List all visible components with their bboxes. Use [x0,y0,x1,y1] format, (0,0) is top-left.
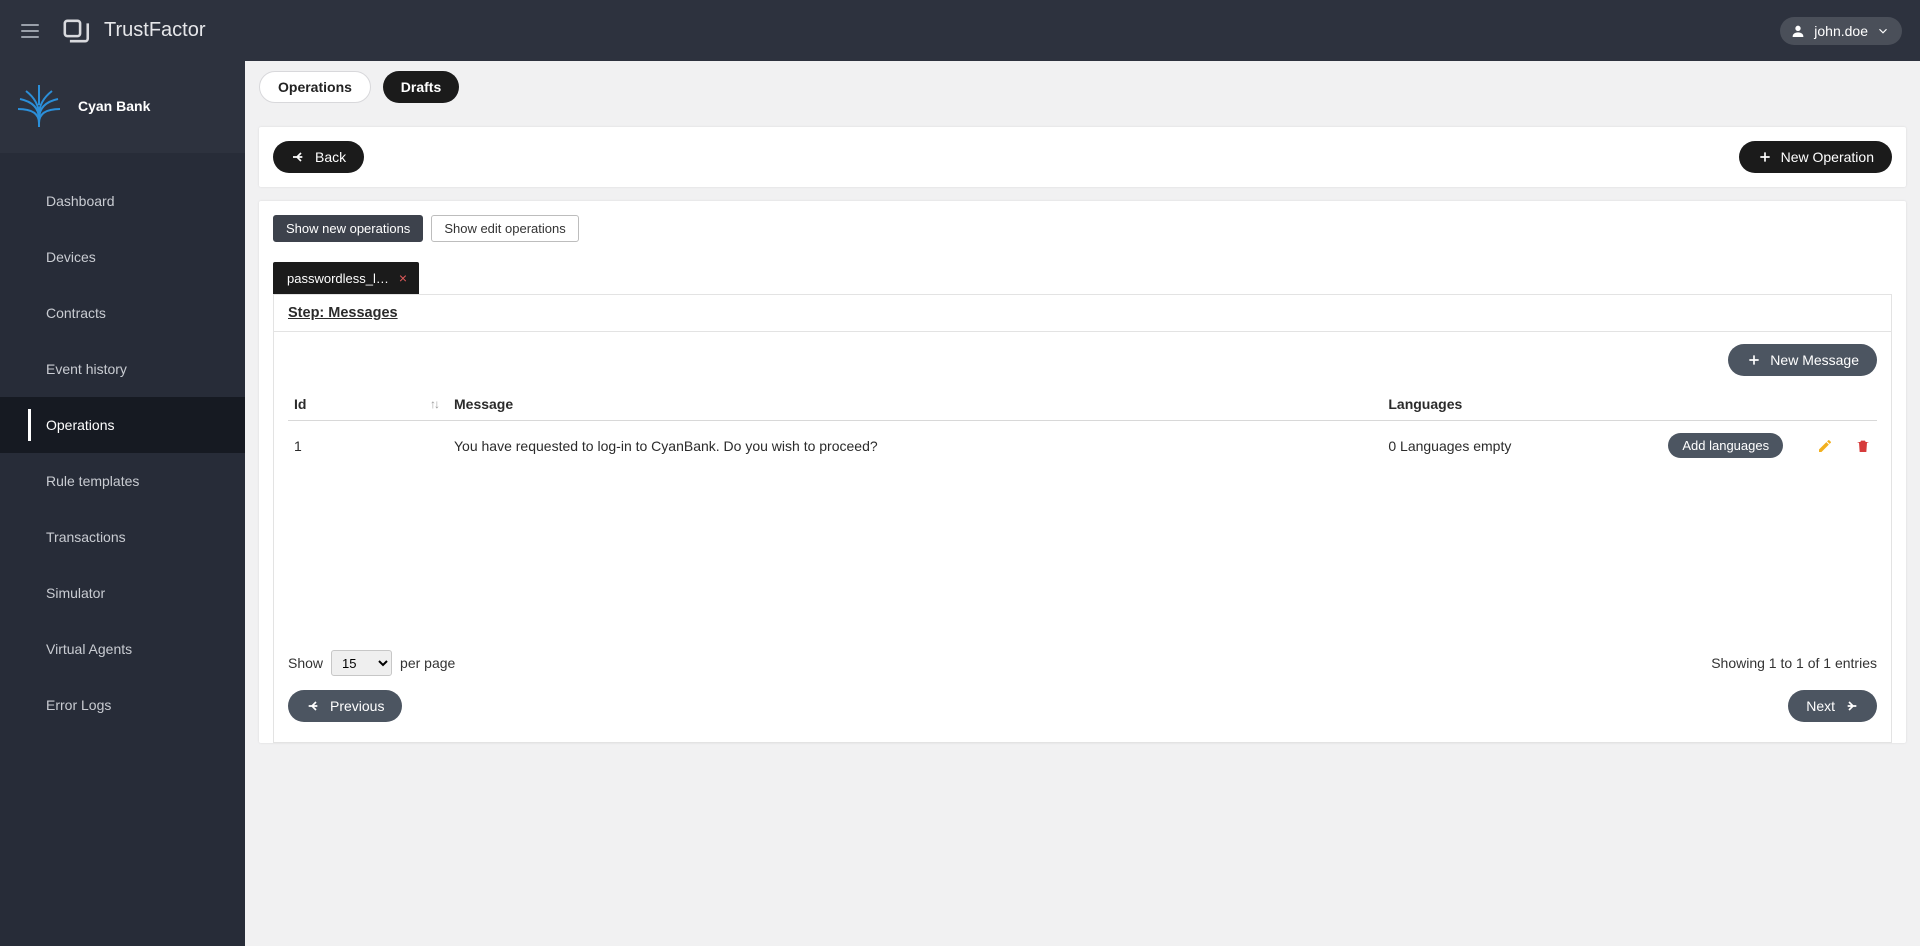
sidebar-item-rule-templates[interactable]: Rule templates [0,453,245,509]
topbar: TrustFactor john.doe [0,0,1920,61]
app-logo-icon [58,14,92,48]
cell-id: 1 [288,421,448,471]
add-languages-button[interactable]: Add languages [1668,433,1783,458]
plus-icon [1757,149,1773,165]
show-new-operations-button[interactable]: Show new operations [273,215,423,242]
table-row: 1 You have requested to log-in to CyanBa… [288,421,1877,471]
user-name: john.doe [1814,23,1868,39]
col-languages[interactable]: Languages [1382,388,1662,421]
show-label: Show [288,655,323,671]
sidebar-item-event-history[interactable]: Event history [0,341,245,397]
sidebar-item-contracts[interactable]: Contracts [0,285,245,341]
step-frame: Step: Messages New Message Id ↑↓ Message [273,294,1892,743]
org-header: Cyan Bank [0,61,245,153]
col-id[interactable]: Id ↑↓ [288,388,448,421]
sidebar-item-virtual-agents[interactable]: Virtual Agents [0,621,245,677]
entries-info: Showing 1 to 1 of 1 entries [1711,655,1877,671]
sidebar-item-error-logs[interactable]: Error Logs [0,677,245,733]
sidebar-item-operations[interactable]: Operations [0,397,245,453]
main: Operations Drafts Back New Operation Sho… [245,61,1920,946]
tab-drafts[interactable]: Drafts [383,71,459,103]
col-message[interactable]: Message [448,388,1382,421]
messages-table: Id ↑↓ Message Languages 1 You have reque… [288,388,1877,470]
app-title: TrustFactor [104,19,206,42]
sort-icon: ↑↓ [430,397,438,411]
new-message-button[interactable]: New Message [1728,344,1877,376]
arrow-left-icon [291,149,307,165]
user-menu[interactable]: john.doe [1780,17,1902,45]
page-nav: Previous Next [274,690,1891,742]
sidebar-item-devices[interactable]: Devices [0,229,245,285]
delete-icon[interactable] [1855,438,1871,454]
page-size-select[interactable]: 15 [331,650,392,676]
previous-button[interactable]: Previous [288,690,402,722]
action-bar: Back New Operation [259,127,1906,187]
operation-tab-label: passwordless_l… [287,271,389,286]
person-icon [1790,23,1806,39]
edit-icon[interactable] [1817,438,1833,454]
pager: Show 15 per page Showing 1 to 1 of 1 ent… [274,640,1891,690]
sidebar-item-simulator[interactable]: Simulator [0,565,245,621]
arrow-left-icon [306,698,322,714]
per-page-label: per page [400,655,455,671]
cell-languages: 0 Languages empty [1382,421,1662,471]
editor-panel: Show new operations Show edit operations… [259,201,1906,743]
operation-tabs: passwordless_l… × [259,242,1906,294]
arrow-right-icon [1843,698,1859,714]
brand: TrustFactor [58,14,206,48]
tab-operations[interactable]: Operations [259,71,371,103]
sidebar: Cyan Bank DashboardDevicesContractsEvent… [0,61,245,946]
close-icon[interactable]: × [399,271,407,285]
next-button[interactable]: Next [1788,690,1877,722]
menu-toggle-button[interactable] [12,13,48,49]
org-logo-icon [14,81,64,131]
org-name: Cyan Bank [78,98,150,114]
nav: DashboardDevicesContractsEvent historyOp… [0,153,245,733]
page-tabs: Operations Drafts [245,61,1920,113]
chevron-down-icon [1876,24,1890,38]
new-operation-button[interactable]: New Operation [1739,141,1892,173]
show-edit-operations-button[interactable]: Show edit operations [431,215,578,242]
sidebar-item-transactions[interactable]: Transactions [0,509,245,565]
cell-message: You have requested to log-in to CyanBank… [448,421,1382,471]
step-title: Step: Messages [274,295,1891,332]
back-button[interactable]: Back [273,141,364,173]
plus-icon [1746,352,1762,368]
filter-row: Show new operations Show edit operations [259,201,1906,242]
operation-tab[interactable]: passwordless_l… × [273,262,419,294]
sidebar-item-dashboard[interactable]: Dashboard [0,173,245,229]
